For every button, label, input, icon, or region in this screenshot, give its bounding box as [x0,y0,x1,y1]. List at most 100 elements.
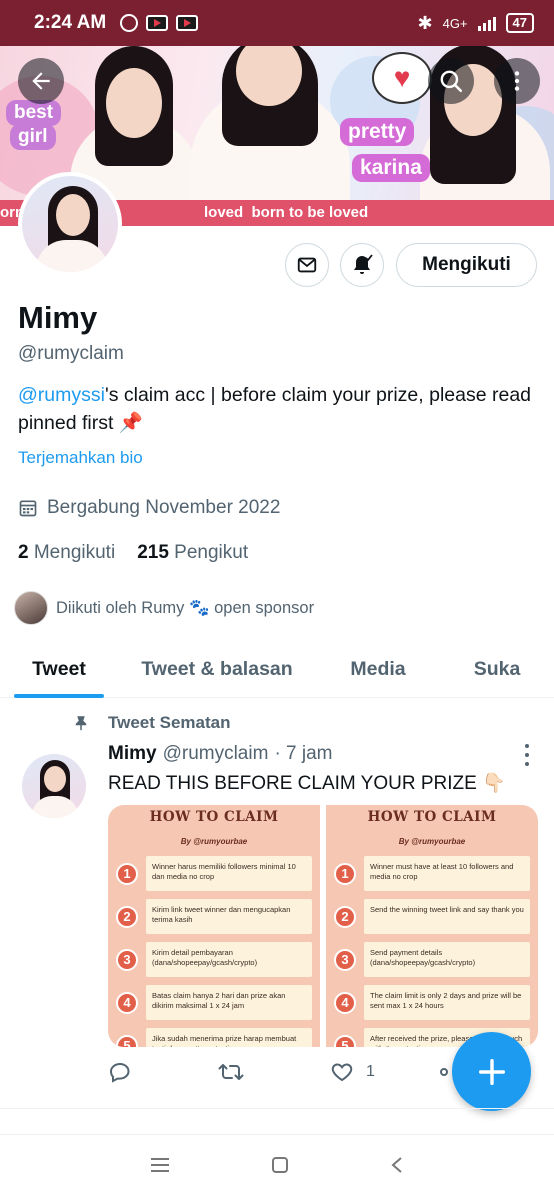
join-date: Bergabung November 2022 [18,497,280,519]
followed-by-row[interactable]: Diikuti oleh Rumy 🐾 open sponsor [14,591,314,625]
retweet-icon [218,1064,244,1080]
menu-icon [151,1158,170,1172]
more-options-button[interactable] [494,58,540,104]
step-number: 4 [334,991,356,1014]
tab-likes-label: Suka [473,657,521,680]
step-number: 3 [116,948,138,971]
app-notification-icon [146,15,169,31]
step-number: 5 [334,1034,356,1047]
notifications-button[interactable] [340,243,384,287]
bluetooth-icon: ✱ [417,12,433,33]
profile-bio: @rumyssi's claim acc | before claim your… [18,381,538,437]
following-button[interactable]: Mengikuti [396,243,537,287]
reply-button[interactable] [108,1060,218,1084]
back-button[interactable] [18,58,64,104]
following-count-link[interactable]: 2 Mengikuti [18,542,115,564]
tab-likes[interactable]: Suka [440,640,554,698]
step-text: The claim limit is only 2 days and prize… [364,985,530,1020]
step-text: Kirim detail pembayaran (dana/shopeepay/… [146,942,312,977]
system-back-button[interactable] [389,1155,405,1180]
tweet-author-name[interactable]: Mimy [108,743,157,765]
pinned-label: Tweet Sematan [108,713,231,732]
profile-avatar[interactable] [18,172,122,276]
pinned-indicator: Tweet Sematan [72,713,231,733]
step-text: Jika sudah menerima prize harap membuat … [146,1028,312,1047]
join-date-text: Bergabung November 2022 [47,497,281,518]
step-text: Send the winning tweet link and say than… [364,899,530,934]
like-button[interactable]: 1 [330,1060,440,1084]
tweet-header: Mimy @rumyclaim · 7 jam [108,743,333,765]
reply-icon [109,1062,130,1083]
tweet-more-button[interactable] [522,744,532,766]
translate-bio-link[interactable]: Terjemahkan bio [18,448,143,468]
heart-icon [331,1063,353,1082]
step-text: Send payment details (dana/shopeepay/gca… [364,942,530,977]
tab-tweet[interactable]: Tweet [0,640,118,698]
heart-sticker: ♥ [372,52,432,104]
pin-icon [75,716,87,731]
tab-media-label: Media [350,657,406,680]
following-label: Mengikuti [33,542,116,563]
tab-tweet-replies[interactable]: Tweet & balasan [118,640,316,698]
following-count: 2 [18,542,29,563]
plus-icon [478,1058,505,1085]
search-icon [440,70,463,93]
back-chevron-icon [391,1157,402,1173]
banner-tag-best: best [6,100,62,126]
home-button[interactable] [270,1155,290,1180]
bio-mention-link[interactable]: @rumyssi [18,384,105,406]
signal-icon [477,15,496,31]
step-text: Winner must have at least 10 followers a… [364,856,530,891]
status-bar: 2:24 AM ✱ 4G+ 47 [0,0,554,46]
media-image-left[interactable]: HOW TO CLAIM By @rumyourbae 1 Winner haru… [108,805,320,1047]
profile-handle: @rumyclaim [18,343,124,364]
media-image-right[interactable]: HOW TO CLAIM By @rumyourbae 1 Winner must… [326,805,538,1047]
back-arrow-icon [32,72,50,90]
tab-media[interactable]: Media [316,640,440,698]
retweet-button[interactable] [218,1060,330,1084]
card-subtitle: By @rumyourbae [180,837,248,846]
network-type: 4G+ [442,15,468,31]
tweet-time: · 7 jam [274,743,333,764]
follow-counts: 2 Mengikuti 215 Pengikut [18,542,248,564]
step-number: 3 [334,948,356,971]
more-vertical-icon [514,71,520,91]
banner-tag-girl: girl [10,124,56,150]
card-title: HOW TO CLAIM [149,809,279,825]
step-text: Winner harus memiliki followers minimal … [146,856,312,891]
step-number: 4 [116,991,138,1014]
system-nav-bar [0,1134,554,1200]
compose-tweet-button[interactable] [452,1032,531,1111]
tweet-text: READ THIS BEFORE CLAIM YOUR PRIZE 👇🏻 [108,773,506,794]
step-text: Batas claim hanya 2 hari dan prize akan … [146,985,312,1020]
banner-tag-karina: karina [352,154,430,182]
card-subtitle: By @rumyourbae [398,837,466,846]
divider [0,1108,554,1109]
recent-apps-button[interactable] [149,1156,171,1179]
envelope-icon [297,257,317,273]
step-number: 1 [334,862,356,885]
bell-check-icon [354,254,373,274]
step-number: 1 [116,862,138,885]
followers-count: 215 [137,542,169,563]
message-button[interactable] [285,243,329,287]
followers-count-link[interactable]: 215 Pengikut [137,542,248,564]
calendar-icon [19,500,37,517]
battery-icon: 47 [505,13,534,33]
banner-strip-text: loved born to be loved [204,204,369,221]
tweet-author-avatar[interactable] [22,754,86,818]
tab-tweet-label: Tweet [32,657,86,680]
tweet-media[interactable]: HOW TO CLAIM By @rumyourbae 1 Winner haru… [108,805,538,1047]
tab-tweet-replies-label: Tweet & balasan [141,657,293,680]
follower-avatar [14,591,48,625]
home-square-icon [271,1157,288,1173]
banner-tag-pretty: pretty [340,118,415,146]
step-text: Kirim link tweet winner dan mengucapkan … [146,899,312,934]
card-title: HOW TO CLAIM [367,809,497,825]
alarm-icon [120,14,139,32]
step-number: 5 [116,1034,138,1047]
profile-tabs: Tweet Tweet & balasan Media Suka [0,640,554,698]
search-button[interactable] [428,58,474,104]
step-number: 2 [334,905,356,928]
tweet-author-handle[interactable]: @rumyclaim [163,743,269,765]
